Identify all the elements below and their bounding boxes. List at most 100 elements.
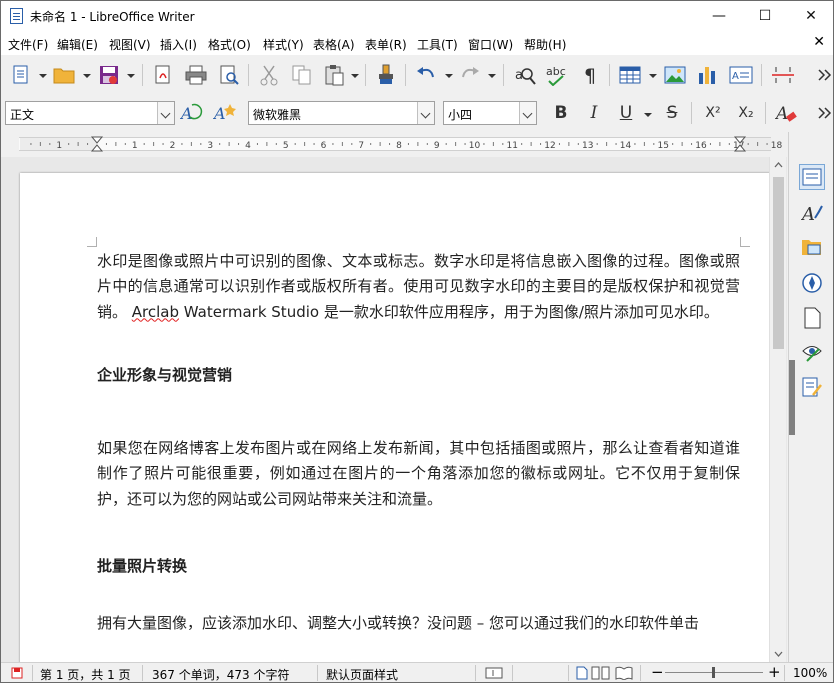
find-replace-icon[interactable]: a [513, 63, 537, 87]
paragraph-1-text-b: Watermark Studio 是一款水印软件应用程序，用于为图像/照片添加可… [179, 302, 719, 321]
page-deck-icon[interactable] [799, 305, 825, 331]
chevron-down-icon[interactable] [519, 102, 536, 124]
bold-button[interactable]: B [549, 101, 573, 125]
single-page-view-icon[interactable] [576, 666, 588, 683]
open-dropdown-icon[interactable] [83, 74, 91, 78]
properties-deck-icon[interactable] [799, 164, 825, 190]
zoom-slider-thumb[interactable] [712, 667, 715, 678]
menu-format[interactable]: 格式(O) [208, 36, 251, 53]
misspelled-word[interactable]: Arclab [132, 303, 179, 321]
document-modified-icon[interactable] [11, 667, 23, 682]
chevron-down-icon[interactable] [157, 102, 174, 124]
multi-page-view-icon[interactable] [591, 666, 611, 683]
chevron-down-icon[interactable] [417, 102, 434, 124]
ruler-label: 2 [170, 141, 176, 151]
document-page[interactable]: 水印是图像或照片中可识别的图像、文本或标志。数字水印是将信息嵌入图像的过程。图像… [20, 173, 772, 662]
zoom-level[interactable]: 100% [793, 666, 827, 680]
vertical-scrollbar[interactable] [769, 157, 786, 662]
toolbar-overflow-icon[interactable] [813, 101, 834, 125]
strikethrough-button[interactable]: S [660, 101, 684, 125]
new-document-icon[interactable] [9, 63, 33, 87]
insert-textbox-icon[interactable]: A [729, 63, 753, 87]
copy-icon[interactable] [290, 63, 314, 87]
save-dropdown-icon[interactable] [127, 74, 135, 78]
menu-edit[interactable]: 编辑(E) [57, 36, 98, 53]
undo-dropdown-icon[interactable] [445, 74, 453, 78]
menu-insert[interactable]: 插入(I) [160, 36, 197, 53]
subscript-button[interactable]: X₂ [734, 101, 758, 125]
formatting-marks-icon[interactable]: ¶ [579, 63, 603, 87]
underline-button[interactable]: U [614, 101, 638, 125]
undo-icon[interactable] [414, 63, 438, 87]
font-name-combo[interactable]: 微软雅黑 [248, 101, 435, 125]
insert-table-icon[interactable] [618, 63, 642, 87]
sidebar-collapse-handle[interactable] [789, 360, 795, 435]
superscript-button[interactable]: X² [701, 101, 725, 125]
print-preview-icon[interactable] [217, 63, 241, 87]
font-size-combo[interactable]: 小四 [443, 101, 537, 125]
zoom-in-button[interactable]: + [768, 663, 781, 681]
selection-mode-icon[interactable] [485, 667, 503, 682]
clear-formatting-icon[interactable]: A [774, 101, 798, 125]
save-icon[interactable] [97, 63, 121, 87]
page-style[interactable]: 默认页面样式 [326, 666, 398, 683]
styles-deck-icon[interactable]: A [799, 200, 825, 226]
redo-icon[interactable] [458, 63, 482, 87]
gallery-deck-icon[interactable] [799, 234, 825, 260]
menu-table[interactable]: 表格(A) [313, 36, 355, 53]
document-content[interactable]: 水印是图像或照片中可识别的图像、文本或标志。数字水印是将信息嵌入图像的过程。图像… [97, 249, 740, 637]
menu-file[interactable]: 文件(F) [8, 36, 48, 53]
clone-formatting-icon[interactable] [374, 63, 398, 87]
menu-help[interactable]: 帮助(H) [524, 36, 566, 53]
redo-dropdown-icon[interactable] [488, 74, 496, 78]
new-style-icon[interactable]: A [213, 101, 237, 125]
toolbar-overflow-icon[interactable] [813, 63, 834, 87]
update-style-icon[interactable]: A [180, 101, 204, 125]
close-document-button[interactable]: ✕ [813, 34, 825, 50]
spelling-icon[interactable]: abc [545, 63, 569, 87]
print-icon[interactable] [184, 63, 208, 87]
menu-view[interactable]: 视图(V) [109, 36, 151, 53]
document-area[interactable]: 水印是图像或照片中可识别的图像、文本或标志。数字水印是将信息嵌入图像的过程。图像… [1, 157, 787, 662]
zoom-out-button[interactable]: − [651, 663, 664, 681]
paste-dropdown-icon[interactable] [351, 74, 359, 78]
paste-icon[interactable] [323, 63, 347, 87]
navigator-deck-icon[interactable] [799, 270, 825, 296]
export-pdf-icon[interactable] [151, 63, 175, 87]
insert-image-icon[interactable] [663, 63, 687, 87]
menu-tools[interactable]: 工具(T) [417, 36, 458, 53]
toolbar-separator [765, 102, 766, 124]
manage-changes-deck-icon[interactable] [799, 374, 825, 400]
toolbar-separator [691, 102, 692, 124]
new-dropdown-icon[interactable] [39, 74, 47, 78]
insert-chart-icon[interactable] [696, 63, 720, 87]
svg-text:¶: ¶ [584, 65, 596, 86]
maximize-button[interactable]: ☐ [742, 1, 788, 31]
book-view-icon[interactable] [615, 666, 633, 683]
page-count[interactable]: 第 1 页，共 1 页 [40, 666, 131, 683]
cut-icon[interactable] [257, 63, 281, 87]
word-count[interactable]: 367 个单词，473 个字符 [152, 666, 289, 683]
svg-text:A: A [180, 104, 193, 123]
heading-batch-conversion: 批量照片转换 [97, 557, 188, 576]
table-dropdown-icon[interactable] [649, 74, 657, 78]
scrollbar-thumb[interactable] [773, 177, 784, 349]
close-button[interactable]: ✕ [788, 1, 834, 31]
ruler-label: 16 [695, 141, 707, 151]
paragraph-style-combo[interactable]: 正文 [5, 101, 175, 125]
style-inspector-deck-icon[interactable] [799, 339, 825, 365]
ruler-label: 3 [207, 141, 213, 151]
empty-line [97, 579, 740, 611]
menu-styles[interactable]: 样式(Y) [263, 36, 304, 53]
horizontal-ruler[interactable]: 1123456789101112131415161718 [1, 132, 787, 156]
ruler-label: 13 [582, 141, 593, 151]
italic-button[interactable]: I [582, 101, 606, 125]
minimize-button[interactable]: — [696, 1, 742, 31]
underline-dropdown-icon[interactable] [644, 113, 652, 117]
menu-form[interactable]: 表单(R) [365, 36, 407, 53]
menu-window[interactable]: 窗口(W) [468, 36, 513, 53]
open-folder-icon[interactable] [53, 63, 77, 87]
ruler-label: 7 [358, 141, 364, 151]
ruler-ticks: 1123456789101112131415161718 [20, 136, 782, 152]
page-break-icon[interactable] [771, 63, 795, 87]
